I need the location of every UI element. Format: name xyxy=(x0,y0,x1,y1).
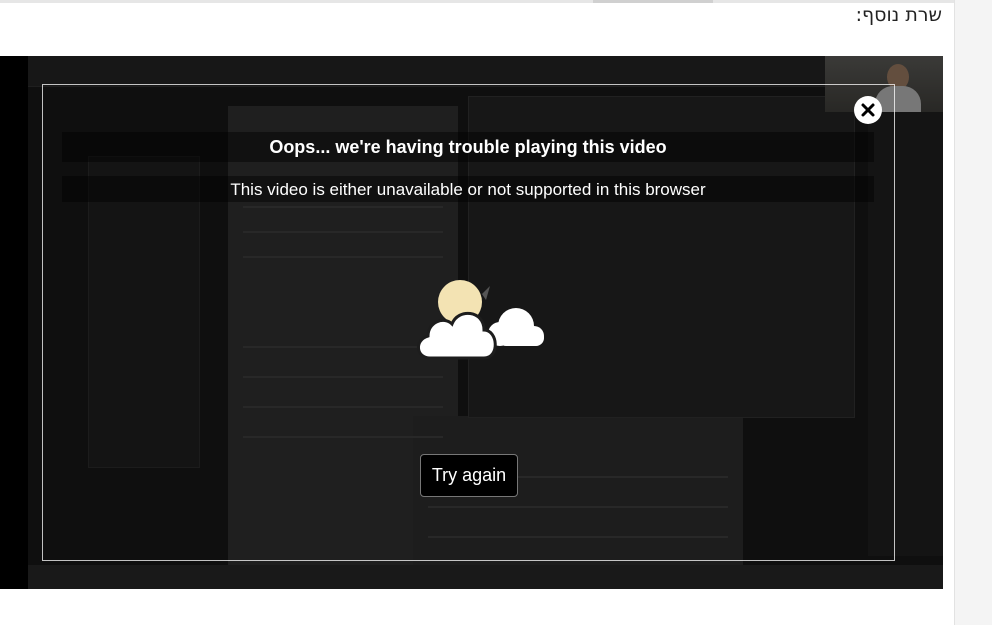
error-message: This video is either unavailable or not … xyxy=(62,176,874,202)
top-divider-accent xyxy=(593,0,713,3)
close-icon xyxy=(861,103,875,117)
page-scrollbar[interactable] xyxy=(954,0,992,625)
video-player[interactable]: Oops... we're having trouble playing thi… xyxy=(0,56,943,589)
cloud-sun-icon xyxy=(417,280,544,360)
section-heading: שרת נוסף: xyxy=(855,4,942,26)
error-title: Oops... we're having trouble playing thi… xyxy=(62,132,874,162)
top-divider xyxy=(0,0,955,3)
try-again-button[interactable]: Try again xyxy=(420,454,518,497)
close-button[interactable] xyxy=(854,96,882,124)
